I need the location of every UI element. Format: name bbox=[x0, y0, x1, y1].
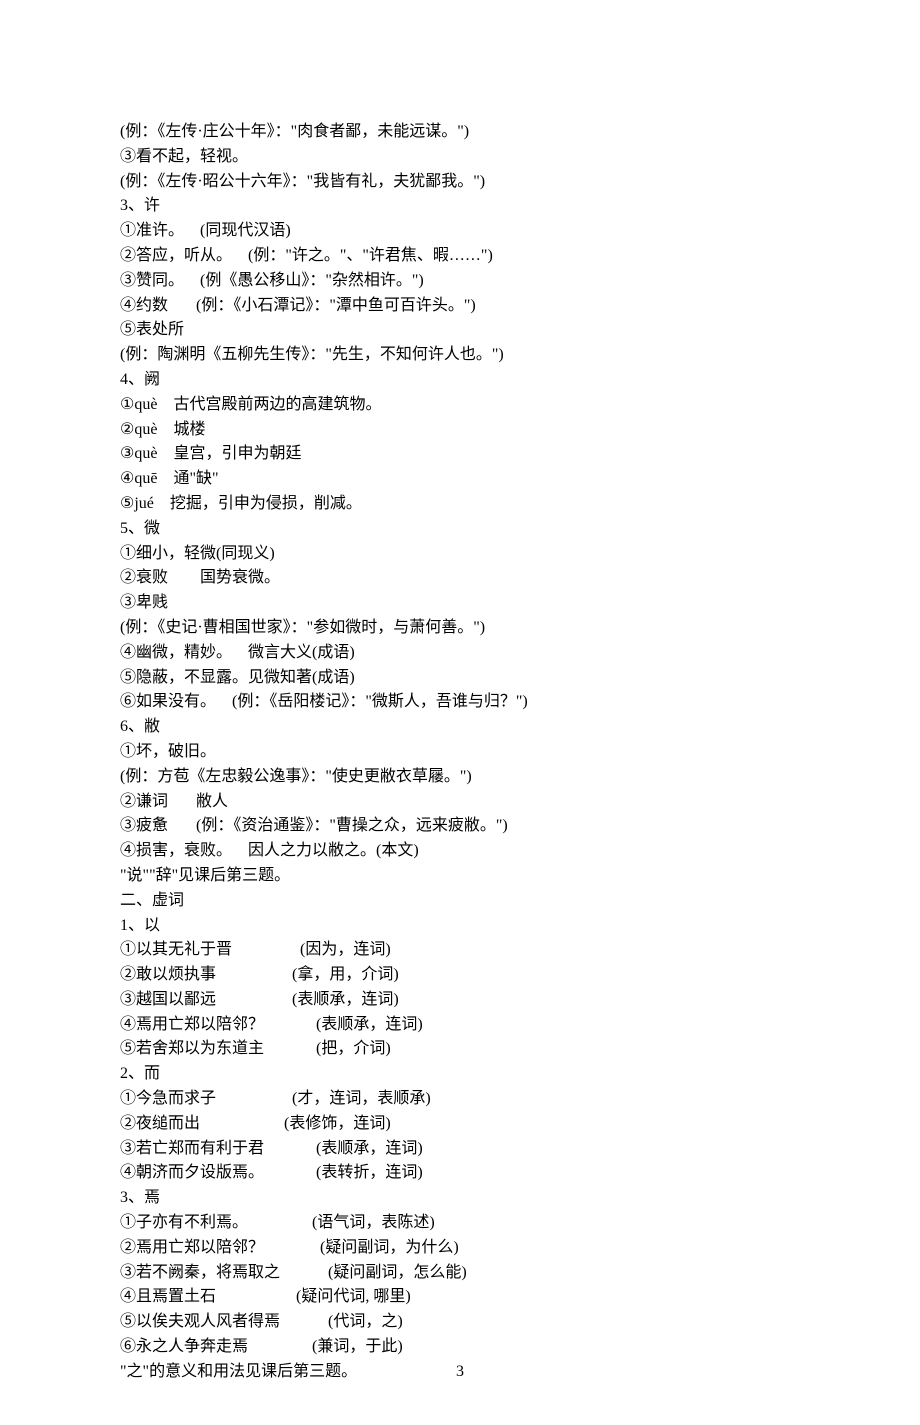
text-line: "说""辞"见课后第三题。 bbox=[120, 864, 800, 889]
text-line: (例：陶渊明《五柳先生传》："先生，不知何许人也。") bbox=[120, 343, 800, 368]
text-line: ⑥如果没有。 (例：《岳阳楼记》："微斯人，吾谁与归？") bbox=[120, 690, 800, 715]
text-line: ③疲惫 (例：《资治通鉴》："曹操之众，远来疲敝。") bbox=[120, 814, 800, 839]
text-line: ①准许。 (同现代汉语) bbox=[120, 219, 800, 244]
text-line: ①以其无礼于晋 (因为，连词) bbox=[120, 938, 800, 963]
text-line: ①子亦有不利焉。 (语气词，表陈述) bbox=[120, 1211, 800, 1236]
text-line: 4、阙 bbox=[120, 368, 800, 393]
document-page: (例：《左传·庄公十年》："肉食者鄙，未能远谋。")③看不起，轻视。(例：《左传… bbox=[0, 0, 920, 1425]
text-line: ⑤隐蔽，不显露。见微知著(成语) bbox=[120, 666, 800, 691]
text-line: ③若不阙秦，将焉取之 (疑问副词，怎么能) bbox=[120, 1261, 800, 1286]
text-line: ①坏，破旧。 bbox=[120, 740, 800, 765]
text-line: (例：《史记·曹相国世家》："参如微时，与萧何善。") bbox=[120, 616, 800, 641]
text-line: ④且焉置土石 (疑问代词, 哪里) bbox=[120, 1285, 800, 1310]
text-line: ④幽微，精妙。 微言大义(成语) bbox=[120, 641, 800, 666]
text-line: ①què 古代宫殿前两边的高建筑物。 bbox=[120, 393, 800, 418]
document-body: (例：《左传·庄公十年》："肉食者鄙，未能远谋。")③看不起，轻视。(例：《左传… bbox=[120, 120, 800, 1385]
text-line: ②谦词 敝人 bbox=[120, 790, 800, 815]
text-line: 6、敝 bbox=[120, 715, 800, 740]
text-line: ③赞同。 (例《愚公移山》："杂然相许。") bbox=[120, 269, 800, 294]
text-line: ②敢以烦执事 (拿，用，介词) bbox=[120, 963, 800, 988]
text-line: ②夜缒而出 (表修饰，连词) bbox=[120, 1112, 800, 1137]
text-line: ③若亡郑而有利于君 (表顺承，连词) bbox=[120, 1137, 800, 1162]
text-line: ④焉用亡郑以陪邻？ (表顺承，连词) bbox=[120, 1013, 800, 1038]
text-line: ⑤以俟夫观人风者得焉 (代词，之) bbox=[120, 1310, 800, 1335]
text-line: ①细小，轻微(同现义) bbox=[120, 542, 800, 567]
text-line: (例：《左传·庄公十年》："肉食者鄙，未能远谋。") bbox=[120, 120, 800, 145]
text-line: 2、而 bbox=[120, 1062, 800, 1087]
text-line: ②衰败 国势衰微。 bbox=[120, 566, 800, 591]
text-line: ④损害，衰败。 因人之力以敝之。(本文) bbox=[120, 839, 800, 864]
text-line: ⑤jué 挖掘，引申为侵损，削减。 bbox=[120, 492, 800, 517]
page-number: 3 bbox=[0, 1360, 920, 1385]
text-line: 1、以 bbox=[120, 914, 800, 939]
text-line: ④约数 (例：《小石潭记》："潭中鱼可百许头。") bbox=[120, 294, 800, 319]
text-line: ②焉用亡郑以陪邻？ (疑问副词，为什么) bbox=[120, 1236, 800, 1261]
text-line: ③越国以鄙远 (表顺承，连词) bbox=[120, 988, 800, 1013]
text-line: ②答应，听从。 (例："许之。"、"许君焦、暇……") bbox=[120, 244, 800, 269]
text-line: ③què 皇宫，引申为朝廷 bbox=[120, 442, 800, 467]
text-line: ⑤表处所 bbox=[120, 318, 800, 343]
text-line: ⑤若舍郑以为东道主 (把，介词) bbox=[120, 1037, 800, 1062]
text-line: (例：方苞《左忠毅公逸事》："使史更敝衣草屦。") bbox=[120, 765, 800, 790]
text-line: ⑥永之人争奔走焉 (兼词，于此) bbox=[120, 1335, 800, 1360]
text-line: ②què 城楼 bbox=[120, 418, 800, 443]
text-line: ③卑贱 bbox=[120, 591, 800, 616]
text-line: 3、焉 bbox=[120, 1186, 800, 1211]
text-line: ④quē 通"缺" bbox=[120, 467, 800, 492]
text-line: ④朝济而夕设版焉。 (表转折，连词) bbox=[120, 1161, 800, 1186]
text-line: ③看不起，轻视。 bbox=[120, 145, 800, 170]
text-line: 二、虚词 bbox=[120, 889, 800, 914]
text-line: 5、微 bbox=[120, 517, 800, 542]
text-line: ①今急而求子 (才，连词，表顺承) bbox=[120, 1087, 800, 1112]
text-line: (例：《左传·昭公十六年》："我皆有礼，夫犹鄙我。") bbox=[120, 170, 800, 195]
text-line: 3、许 bbox=[120, 194, 800, 219]
